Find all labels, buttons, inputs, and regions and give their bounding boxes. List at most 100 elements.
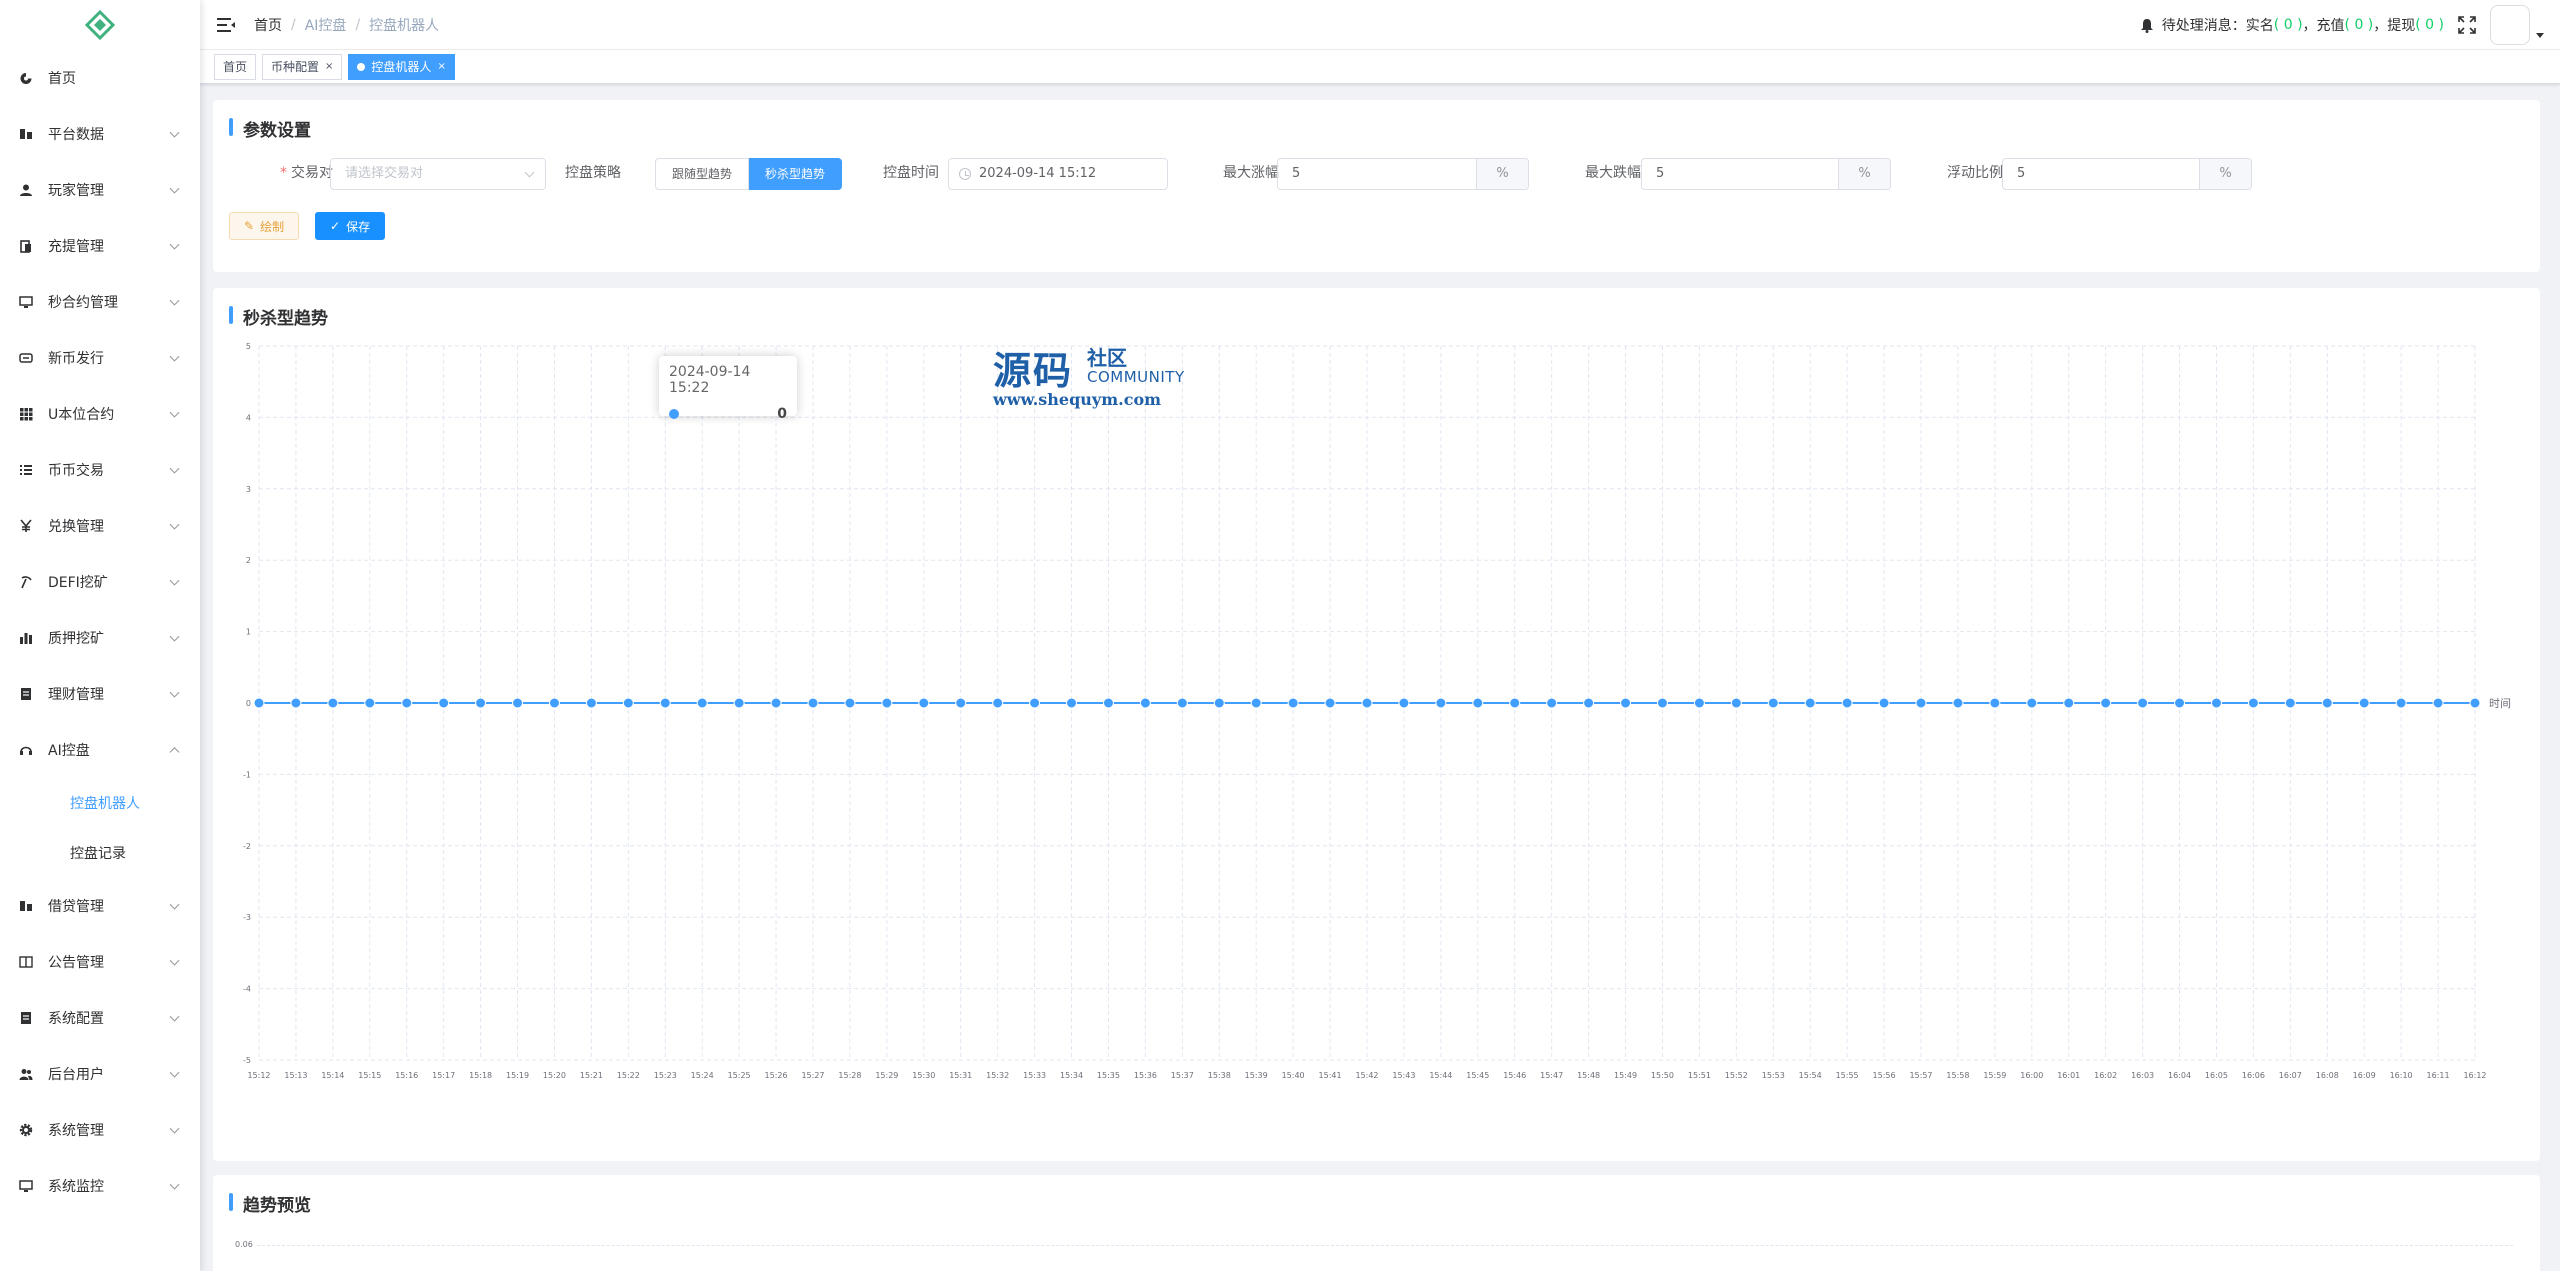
avatar[interactable]	[2490, 5, 2530, 45]
pickaxe-icon	[18, 574, 34, 590]
data-point	[2137, 697, 2149, 709]
x-tick-label: 15:18	[469, 1071, 492, 1080]
watermark-community-text: COMMUNITY	[1087, 368, 1185, 386]
sidebar-item[interactable]: 借贷管理	[0, 878, 200, 934]
data-point	[770, 697, 782, 709]
close-icon[interactable]: ×	[325, 55, 333, 79]
float-input[interactable]: 5 %	[2002, 158, 2252, 190]
trend-card: 秒杀型趋势 5 4 3 2 1 0 -1 -2 -3 -4 -5 15:12 15:13 15:14 15:…	[213, 288, 2540, 1161]
pair-select[interactable]: 请选择交易对	[330, 158, 546, 190]
x-tick-label: 15:48	[1577, 1071, 1600, 1080]
sidebar-item[interactable]: DEFI挖矿	[0, 554, 200, 610]
sidebar-item[interactable]: AI控盘	[0, 722, 200, 778]
trend-title: 秒杀型趋势	[229, 304, 328, 329]
notice-withdraw-count[interactable]: ( 0 )	[2415, 17, 2444, 33]
sidebar-item[interactable]: 系统管理	[0, 1102, 200, 1158]
tooltip-value: 0	[777, 406, 787, 422]
chevron-down-icon	[169, 519, 180, 530]
y-tick-label: 3	[246, 485, 251, 494]
sidebar-item[interactable]: 理财管理	[0, 666, 200, 722]
data-point	[659, 697, 671, 709]
breadcrumb-current: 控盘机器人	[369, 17, 440, 34]
tags-view: 首页 币种配置 × 控盘机器人 ×	[200, 50, 2560, 84]
sidebar-item[interactable]: 系统配置	[0, 990, 200, 1046]
trend-chart[interactable]: 5 4 3 2 1 0 -1 -2 -3 -4 -5 15:12 15:13 15:14 15:15 15:1…	[213, 334, 2540, 1154]
sidebar-item[interactable]: 币币交易	[0, 442, 200, 498]
data-point	[1398, 697, 1410, 709]
x-tick-label: 15:19	[506, 1071, 529, 1080]
sidebar-subitem[interactable]: 控盘记录	[0, 828, 200, 878]
max-fall-input[interactable]: 5 %	[1641, 158, 1891, 190]
watermark-small: 社区	[1087, 346, 1127, 370]
x-tick-label: 15:42	[1355, 1071, 1378, 1080]
chevron-down-icon	[169, 183, 180, 194]
x-tick-label: 16:01	[2057, 1071, 2080, 1080]
y-tick-label: 4	[246, 413, 251, 422]
data-point	[2284, 697, 2296, 709]
pending-notice[interactable]: 待处理消息： 实名 ( 0 ) ， 充值 ( 0 ) ， 提现 ( 0 )	[2140, 15, 2444, 35]
chevron-down-icon	[169, 1011, 180, 1022]
data-point	[1213, 697, 1225, 709]
data-point	[1324, 697, 1336, 709]
hamburger-icon[interactable]	[216, 15, 236, 35]
sidebar-item-label: 系统管理	[48, 1123, 104, 1139]
tag-item[interactable]: 控盘机器人 ×	[348, 53, 455, 80]
sidebar-item[interactable]: 质押挖矿	[0, 610, 200, 666]
sidebar-item[interactable]: 新币发行	[0, 330, 200, 386]
sidebar-item[interactable]: 平台数据	[0, 106, 200, 162]
notice-withdraw-label[interactable]: 提现	[2387, 15, 2415, 35]
sidebar-item-label: U本位合约	[48, 407, 115, 423]
time-picker[interactable]: 2024-09-14 15:12	[948, 158, 1168, 190]
preview-first-tick: 0.06	[235, 1240, 253, 1249]
notice-real-count[interactable]: ( 0 )	[2274, 17, 2303, 33]
data-point	[1730, 697, 1742, 709]
notice-real-label[interactable]: 实名	[2246, 15, 2274, 35]
sidebar-item-label: 系统配置	[48, 1011, 104, 1027]
strategy-spike-button[interactable]: 秒杀型趋势	[749, 158, 843, 190]
watermark-community: COMMUNITY	[1087, 368, 1185, 386]
strategy-follow-button[interactable]: 跟随型趋势	[655, 158, 750, 190]
data-point	[1435, 697, 1447, 709]
max-rise-input[interactable]: 5 %	[1277, 158, 1529, 190]
notice-recharge-count[interactable]: ( 0 )	[2345, 17, 2374, 33]
data-point	[2026, 697, 2038, 709]
navbar: 首页 / AI控盘 / 控盘机器人 待处理消息： 实名 ( 0 ) ， 充值 (…	[200, 0, 2560, 50]
sidebar-item[interactable]: 系统监控	[0, 1158, 200, 1214]
sidebar-item[interactable]: 秒合约管理	[0, 274, 200, 330]
sidebar-item[interactable]: 玩家管理	[0, 162, 200, 218]
chevron-down-icon	[169, 575, 180, 586]
draw-button[interactable]: ✎ 绘制	[229, 212, 300, 240]
save-button[interactable]: ✓ 保存	[315, 212, 386, 240]
sidebar-item[interactable]: 后台用户	[0, 1046, 200, 1102]
max-rise-value: 5	[1292, 166, 1301, 181]
x-tick-label: 15:28	[838, 1071, 861, 1080]
x-tick-label: 15:16	[395, 1071, 418, 1080]
chevron-down-icon	[169, 239, 180, 250]
data-point	[1029, 697, 1041, 709]
logo[interactable]	[0, 0, 200, 50]
x-tick-label: 15:47	[1540, 1071, 1563, 1080]
sidebar-item[interactable]: 兑换管理	[0, 498, 200, 554]
data-point	[2395, 697, 2407, 709]
notice-recharge-label[interactable]: 充值	[2317, 15, 2345, 35]
sidebar-item[interactable]: 首页	[0, 50, 200, 106]
fullscreen-icon[interactable]	[2458, 16, 2476, 34]
sidebar-item-label: 首页	[48, 71, 76, 87]
x-tick-label: 15:43	[1392, 1071, 1415, 1080]
sidebar-item-label: 秒合约管理	[48, 295, 118, 311]
tag-item[interactable]: 首页	[214, 53, 257, 80]
x-tick-label: 15:33	[1023, 1071, 1046, 1080]
caret-down-icon[interactable]	[2536, 32, 2544, 38]
x-tick-label: 15:37	[1171, 1071, 1194, 1080]
sidebar-subitem[interactable]: 控盘机器人	[0, 778, 200, 828]
breadcrumb-home[interactable]: 首页	[254, 15, 282, 35]
data-point	[1767, 697, 1779, 709]
sidebar-item[interactable]: 公告管理	[0, 934, 200, 990]
data-point	[1176, 697, 1188, 709]
close-icon[interactable]: ×	[437, 55, 445, 79]
sidebar-item[interactable]: U本位合约	[0, 386, 200, 442]
sidebar-item[interactable]: 充提管理	[0, 218, 200, 274]
tag-item[interactable]: 币种配置 ×	[262, 53, 343, 80]
data-point	[548, 697, 560, 709]
chevron-down-icon	[169, 1179, 180, 1190]
